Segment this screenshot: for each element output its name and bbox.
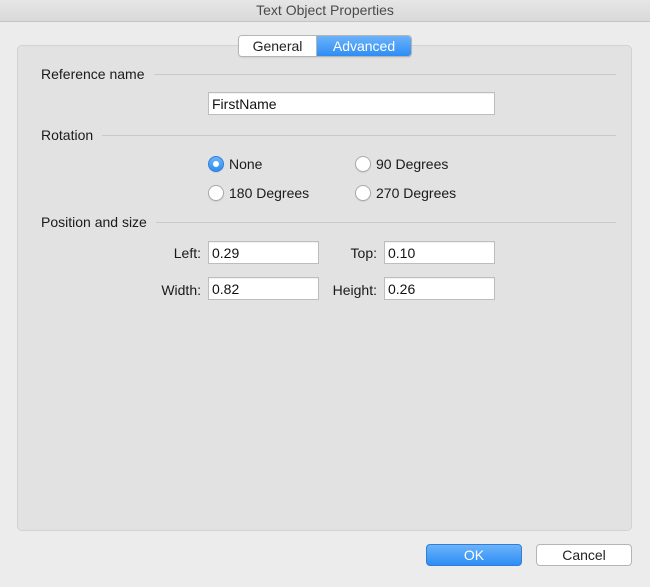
tab-general[interactable]: General bbox=[239, 36, 317, 56]
rotation-270-label: 270 Degrees bbox=[376, 185, 457, 201]
tab-bar: General Advanced bbox=[238, 35, 412, 57]
rotation-90-radio[interactable]: 90 Degrees bbox=[355, 156, 448, 172]
left-input[interactable] bbox=[208, 241, 319, 264]
window-title: Text Object Properties bbox=[0, 0, 650, 22]
rotation-none-label: None bbox=[229, 156, 263, 172]
width-input[interactable] bbox=[208, 277, 319, 300]
rotation-section: Rotation bbox=[41, 127, 616, 143]
reference-name-section: Reference name bbox=[41, 66, 616, 82]
ok-button[interactable]: OK bbox=[426, 544, 522, 566]
height-label: Height: bbox=[332, 282, 377, 298]
reference-name-input[interactable] bbox=[208, 92, 495, 115]
radio-unselected-icon[interactable] bbox=[355, 156, 371, 172]
section-divider bbox=[153, 73, 616, 75]
left-label: Left: bbox=[173, 245, 201, 261]
tab-advanced[interactable]: Advanced bbox=[317, 36, 411, 56]
rotation-180-label: 180 Degrees bbox=[229, 185, 310, 201]
position-size-section: Position and size bbox=[41, 214, 616, 230]
radio-unselected-icon[interactable] bbox=[208, 185, 224, 201]
rotation-heading: Rotation bbox=[41, 127, 94, 143]
top-input[interactable] bbox=[384, 241, 495, 264]
radio-selected-icon[interactable] bbox=[208, 156, 224, 172]
rotation-180-radio[interactable]: 180 Degrees bbox=[208, 185, 309, 201]
width-label: Width: bbox=[161, 282, 201, 298]
rotation-none-radio[interactable]: None bbox=[208, 156, 262, 172]
rotation-90-label: 90 Degrees bbox=[376, 156, 449, 172]
height-input[interactable] bbox=[384, 277, 495, 300]
position-size-heading: Position and size bbox=[41, 214, 147, 230]
section-divider bbox=[155, 221, 616, 223]
rotation-270-radio[interactable]: 270 Degrees bbox=[355, 185, 456, 201]
cancel-button[interactable]: Cancel bbox=[536, 544, 632, 566]
reference-name-heading: Reference name bbox=[41, 66, 145, 82]
section-divider bbox=[102, 134, 616, 136]
top-label: Top: bbox=[350, 245, 377, 261]
radio-unselected-icon[interactable] bbox=[355, 185, 371, 201]
